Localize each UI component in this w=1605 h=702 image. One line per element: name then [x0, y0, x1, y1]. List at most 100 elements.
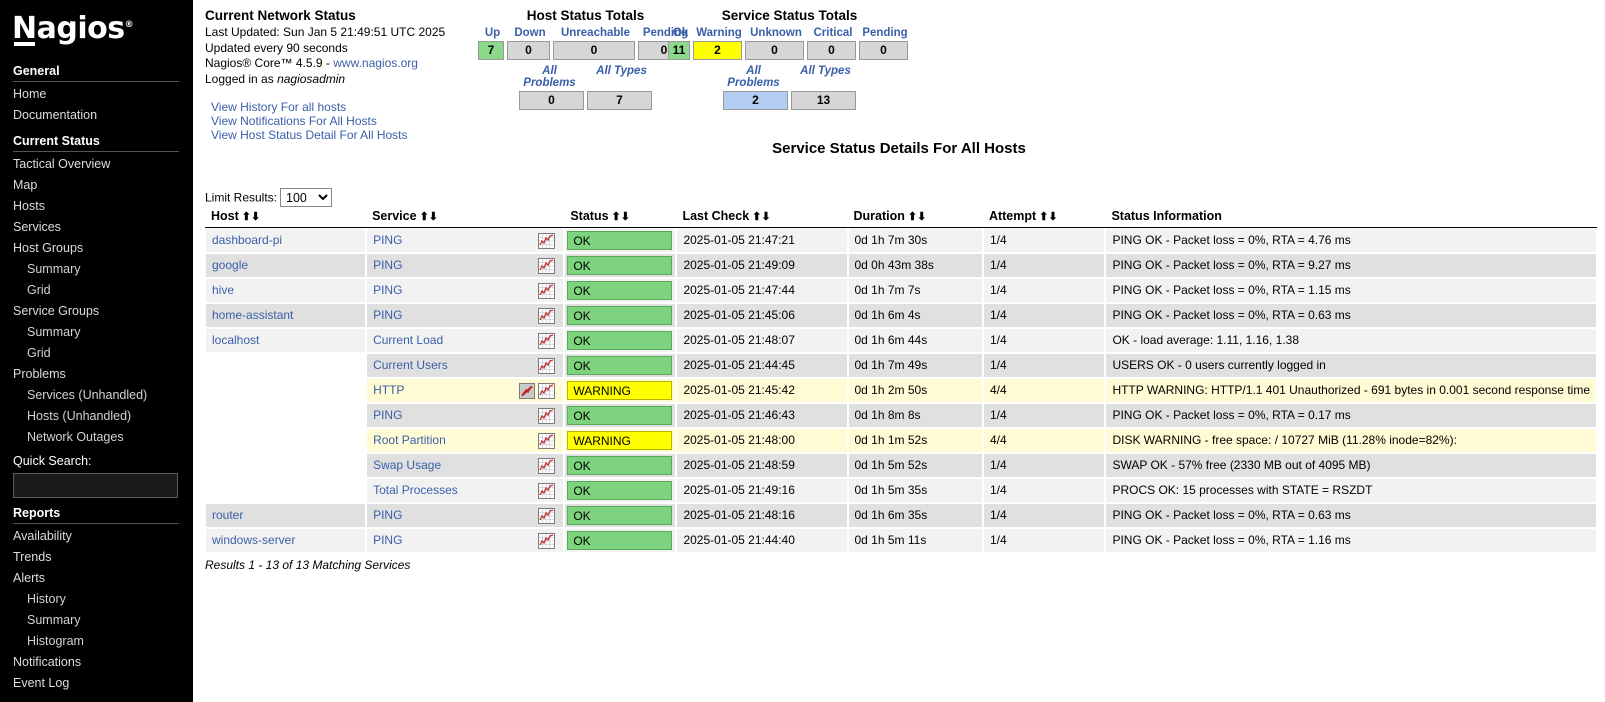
status-information-cell: PING OK - Packet loss = 0%, RTA = 1.16 m… — [1106, 529, 1596, 552]
service-link[interactable]: Current Users — [373, 358, 448, 372]
quick-search-input[interactable] — [13, 473, 178, 498]
sort-arrows-icon-attempt[interactable]: ⬆⬇ — [1039, 211, 1057, 223]
sidebar-item-hosts-unhandled[interactable]: Hosts (Unhandled) — [0, 406, 193, 427]
sidebar-item-grid[interactable]: Grid — [0, 280, 193, 301]
table-row: home-assistant PING OK 2025-01-05 21:45:06 0… — [205, 303, 1597, 328]
service-link[interactable]: PING — [373, 258, 402, 272]
nagios-org-link[interactable]: www.nagios.org — [333, 56, 418, 70]
column-header-attempt[interactable]: Attempt ⬆⬇ — [982, 208, 1106, 228]
trends-graph-icon[interactable] — [538, 432, 556, 449]
sort-arrows-icon-last-check[interactable]: ⬆⬇ — [752, 211, 770, 223]
service-count-pending[interactable]: 0 — [859, 41, 908, 60]
host-count-down[interactable]: 0 — [507, 41, 550, 60]
service-link[interactable]: PING — [373, 233, 402, 247]
service-icons — [538, 257, 557, 274]
service-link[interactable]: PING — [373, 408, 402, 422]
host-link[interactable]: router — [212, 508, 243, 522]
service-count-critical[interactable]: 0 — [807, 41, 856, 60]
service-sub-count-all-problems[interactable]: 2 — [723, 91, 788, 110]
service-link[interactable]: PING — [373, 533, 402, 547]
trends-graph-icon[interactable] — [538, 257, 556, 274]
results-footer: Results 1 - 13 of 13 Matching Services — [205, 558, 411, 572]
view-link-view-history-for-all-hosts[interactable]: View History For all hosts — [211, 100, 475, 114]
service-link[interactable]: HTTP — [373, 383, 404, 397]
sidebar-item-trends[interactable]: Trends — [0, 547, 193, 568]
trends-graph-icon[interactable] — [538, 357, 556, 374]
duration-cell: 0d 1h 6m 4s — [848, 304, 982, 327]
sort-arrows-icon-duration[interactable]: ⬆⬇ — [908, 211, 926, 223]
sidebar-item-history[interactable]: History — [0, 589, 193, 610]
sidebar-item-availability[interactable]: Availability — [0, 526, 193, 547]
service-link[interactable]: Root Partition — [373, 433, 446, 447]
service-sub-count-all-types[interactable]: 13 — [791, 91, 856, 110]
sidebar-item-grid[interactable]: Grid — [0, 343, 193, 364]
trends-graph-icon[interactable] — [538, 482, 556, 499]
sort-arrows-icon-service[interactable]: ⬆⬇ — [420, 211, 438, 223]
sidebar-item-network-outages[interactable]: Network Outages — [0, 427, 193, 448]
host-link[interactable]: windows-server — [212, 533, 295, 547]
service-link[interactable]: PING — [373, 508, 402, 522]
column-header-host[interactable]: Host ⬆⬇ — [205, 208, 367, 228]
service-icons — [538, 407, 557, 424]
sidebar-item-histogram[interactable]: Histogram — [0, 631, 193, 652]
service-link[interactable]: PING — [373, 283, 402, 297]
trends-graph-icon[interactable] — [538, 457, 556, 474]
host-sub-count-all-types[interactable]: 7 — [587, 91, 652, 110]
status-badge: WARNING — [567, 381, 673, 400]
sidebar-item-documentation[interactable]: Documentation — [0, 105, 193, 126]
trends-graph-icon[interactable] — [538, 282, 556, 299]
status-badge: OK — [567, 281, 673, 300]
trends-graph-icon[interactable] — [538, 407, 556, 424]
host-count-unreachable[interactable]: 0 — [553, 41, 635, 60]
sidebar-item-summary[interactable]: Summary — [0, 259, 193, 280]
service-link[interactable]: PING — [373, 308, 402, 322]
service-count-ok[interactable]: 11 — [668, 41, 690, 60]
service-count-warning[interactable]: 2 — [693, 41, 742, 60]
sidebar-item-event-log[interactable]: Event Log — [0, 673, 193, 694]
sidebar-item-map[interactable]: Map — [0, 175, 193, 196]
sidebar-item-summary[interactable]: Summary — [0, 610, 193, 631]
host-link[interactable]: dashboard-pi — [212, 233, 282, 247]
sidebar-item-services-unhandled[interactable]: Services (Unhandled) — [0, 385, 193, 406]
column-header-duration[interactable]: Duration ⬆⬇ — [847, 208, 983, 228]
trends-graph-icon[interactable] — [538, 532, 556, 549]
limit-results-select[interactable]: 501002505001000 — [280, 188, 333, 207]
service-link[interactable]: Total Processes — [373, 483, 458, 497]
sort-arrows-icon-status[interactable]: ⬆⬇ — [612, 211, 630, 223]
trends-graph-icon[interactable] — [538, 232, 556, 249]
view-link-view-notifications-for-all-hosts[interactable]: View Notifications For All Hosts — [211, 114, 475, 128]
column-header-service[interactable]: Service ⬆⬇ — [366, 208, 565, 228]
nagios-logo[interactable]: Nagios® — [0, 0, 193, 56]
sidebar-item-service-groups[interactable]: Service Groups — [0, 301, 193, 322]
service-link[interactable]: Swap Usage — [373, 458, 441, 472]
host-count-up[interactable]: 7 — [478, 41, 504, 60]
service-sub-label-all-problems: All Problems — [727, 65, 780, 89]
sidebar-item-alerts[interactable]: Alerts — [0, 568, 193, 589]
column-header-status[interactable]: Status ⬆⬇ — [564, 208, 677, 228]
sidebar-item-summary[interactable]: Summary — [0, 322, 193, 343]
sidebar-item-notifications[interactable]: Notifications — [0, 652, 193, 673]
status-information-cell: PING OK - Packet loss = 0%, RTA = 9.27 m… — [1106, 254, 1596, 277]
update-interval-text: Updated every 90 seconds — [205, 40, 348, 55]
notifications-disabled-icon[interactable] — [519, 382, 536, 399]
sidebar-item-host-groups[interactable]: Host Groups — [0, 238, 193, 259]
trends-graph-icon[interactable] — [538, 332, 556, 349]
sidebar-item-tactical-overview[interactable]: Tactical Overview — [0, 154, 193, 175]
sidebar-item-services[interactable]: Services — [0, 217, 193, 238]
column-header-last-check[interactable]: Last Check ⬆⬇ — [676, 208, 848, 228]
host-link[interactable]: google — [212, 258, 248, 272]
service-count-unknown[interactable]: 0 — [745, 41, 804, 60]
sort-arrows-icon-host[interactable]: ⬆⬇ — [242, 211, 260, 223]
host-link[interactable]: hive — [212, 283, 234, 297]
sidebar-item-home[interactable]: Home — [0, 84, 193, 105]
host-link[interactable]: localhost — [212, 333, 259, 347]
service-link[interactable]: Current Load — [373, 333, 443, 347]
trends-graph-icon[interactable] — [538, 507, 556, 524]
host-cell: home-assistant — [206, 304, 366, 327]
trends-graph-icon[interactable] — [538, 382, 556, 399]
sidebar-item-hosts[interactable]: Hosts — [0, 196, 193, 217]
trends-graph-icon[interactable] — [538, 307, 556, 324]
host-sub-count-all-problems[interactable]: 0 — [519, 91, 584, 110]
host-link[interactable]: home-assistant — [212, 308, 293, 322]
sidebar-item-problems[interactable]: Problems — [0, 364, 193, 385]
